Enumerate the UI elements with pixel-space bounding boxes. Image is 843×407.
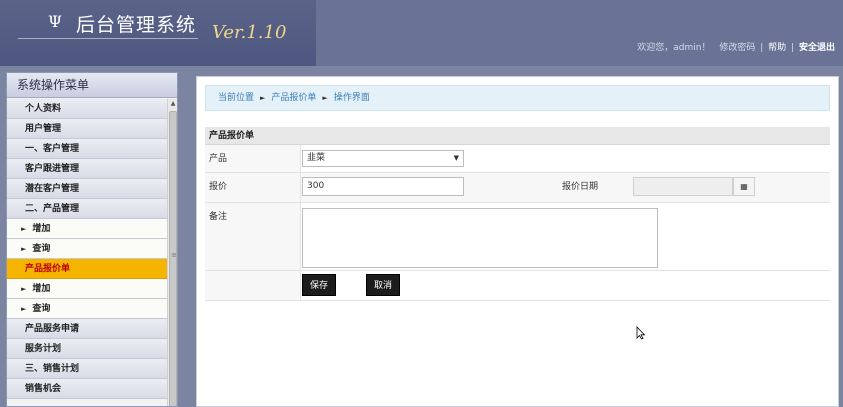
sidebar-item-profile[interactable]: 个人资料 bbox=[7, 99, 167, 119]
price-date-input[interactable] bbox=[633, 177, 733, 196]
sidebar-menu: 个人资料 用户管理 一、客户管理 客户跟进管理 潜在客户管理 二、产品管理 ► 增… bbox=[7, 99, 167, 399]
sidebar-item-product-quotation[interactable]: 产品报价单 bbox=[7, 259, 167, 279]
cancel-button[interactable]: 取消 bbox=[366, 274, 401, 296]
sidebar-item-user-management[interactable]: 用户管理 bbox=[7, 119, 167, 139]
breadcrumb-current[interactable]: 当前位置 bbox=[218, 93, 254, 103]
sidebar-item-sales-opportunity[interactable]: 销售机会 bbox=[7, 379, 167, 399]
help-link[interactable]: 帮助 bbox=[768, 43, 786, 53]
breadcrumb-level2[interactable]: 操作界面 bbox=[334, 93, 370, 103]
header: Ψ 后台管理系统 Ver.1.10 欢迎您，admin！ 修改密码 | 帮助 |… bbox=[0, 0, 843, 66]
sidebar-item-potential-customers[interactable]: 潜在客户管理 bbox=[7, 179, 167, 199]
grip-icon: ≡ bbox=[171, 251, 177, 259]
sidebar-item-label: 增加 bbox=[32, 284, 51, 294]
sidebar: 系统操作菜单 个人资料 用户管理 一、客户管理 客户跟进管理 潜在客户管理 二、… bbox=[6, 72, 178, 407]
sidebar-item-product-add[interactable]: ► 增加 bbox=[7, 219, 167, 239]
sidebar-item-product-query[interactable]: ► 查询 bbox=[7, 239, 167, 259]
sidebar-item-customer-followup[interactable]: 客户跟进管理 bbox=[7, 159, 167, 179]
sidebar-item-service-request[interactable]: 产品服务申请 bbox=[7, 319, 167, 339]
logout-link[interactable]: 安全退出 bbox=[799, 43, 835, 53]
sidebar-item-service-plan[interactable]: 服务计划 bbox=[7, 339, 167, 359]
triangle-right-icon: ► bbox=[21, 305, 27, 313]
price-label: 报价 bbox=[209, 182, 228, 192]
logo-mark-icon: Ψ bbox=[48, 12, 63, 31]
product-select[interactable]: 韭菜 ▼ bbox=[302, 150, 464, 167]
triangle-right-icon: ► bbox=[260, 94, 266, 102]
user-bar: 欢迎您，admin！ 修改密码 | 帮助 | 安全退出 bbox=[637, 40, 835, 53]
sidebar-item-quotation-query[interactable]: ► 查询 bbox=[7, 299, 167, 319]
scroll-up-icon[interactable]: ▲ bbox=[168, 99, 177, 109]
triangle-right-icon: ► bbox=[21, 225, 27, 233]
breadcrumb-level1[interactable]: 产品报价单 bbox=[271, 93, 316, 103]
main-content: 当前位置 ► 产品报价单 ► 操作界面 产品报价单 产品 韭菜 ▼ 报价 300 报价日… bbox=[196, 76, 839, 407]
triangle-right-icon: ► bbox=[21, 245, 27, 253]
form-row-product: 产品 韭菜 ▼ bbox=[205, 145, 830, 173]
sidebar-item-customer-management[interactable]: 一、客户管理 bbox=[7, 139, 167, 159]
note-label: 备注 bbox=[209, 212, 228, 222]
sidebar-item-label: 查询 bbox=[32, 304, 51, 314]
sidebar-item-label: 增加 bbox=[32, 224, 51, 234]
scroll-thumb[interactable]: ≡ bbox=[169, 111, 177, 406]
logo-divider bbox=[18, 38, 198, 39]
price-input[interactable]: 300 bbox=[302, 177, 464, 196]
logo: Ψ 后台管理系统 Ver.1.10 bbox=[0, 0, 316, 66]
sidebar-item-sales-plan[interactable]: 三、销售计划 bbox=[7, 359, 167, 379]
separator: | bbox=[791, 43, 795, 53]
form-row-price: 报价 300 报价日期 ▦ bbox=[205, 173, 830, 203]
form-row-actions: 保存 取消 bbox=[205, 271, 830, 301]
sidebar-title: 系统操作菜单 bbox=[7, 73, 177, 98]
welcome-text: 欢迎您，admin！ bbox=[637, 43, 711, 53]
label-cell bbox=[205, 271, 301, 300]
app-title: 后台管理系统 bbox=[76, 14, 197, 36]
triangle-right-icon: ► bbox=[322, 94, 328, 102]
sidebar-item-product-management[interactable]: 二、产品管理 bbox=[7, 199, 167, 219]
note-textarea[interactable] bbox=[302, 208, 658, 268]
product-label: 产品 bbox=[209, 154, 228, 164]
form-title: 产品报价单 bbox=[205, 127, 830, 145]
sidebar-item-label: 查询 bbox=[32, 244, 51, 254]
app-version: Ver.1.10 bbox=[212, 22, 287, 43]
calendar-icon[interactable]: ▦ bbox=[733, 177, 755, 196]
separator: | bbox=[760, 43, 764, 53]
save-button[interactable]: 保存 bbox=[302, 274, 337, 296]
sidebar-item-quotation-add[interactable]: ► 增加 bbox=[7, 279, 167, 299]
form-row-note: 备注 bbox=[205, 203, 830, 271]
sidebar-scrollbar[interactable]: ▲ ≡ bbox=[167, 99, 177, 406]
triangle-right-icon: ► bbox=[21, 285, 27, 293]
breadcrumb: 当前位置 ► 产品报价单 ► 操作界面 bbox=[205, 85, 830, 111]
quotation-form: 产品报价单 产品 韭菜 ▼ 报价 300 报价日期 ▦ 备注 保存 取消 bbox=[205, 127, 830, 301]
price-date-label: 报价日期 bbox=[562, 182, 599, 192]
chevron-down-icon: ▼ bbox=[453, 154, 459, 162]
mouse-cursor-icon bbox=[636, 326, 646, 340]
product-select-value: 韭菜 bbox=[307, 153, 326, 163]
change-password-link[interactable]: 修改密码 bbox=[719, 43, 755, 53]
